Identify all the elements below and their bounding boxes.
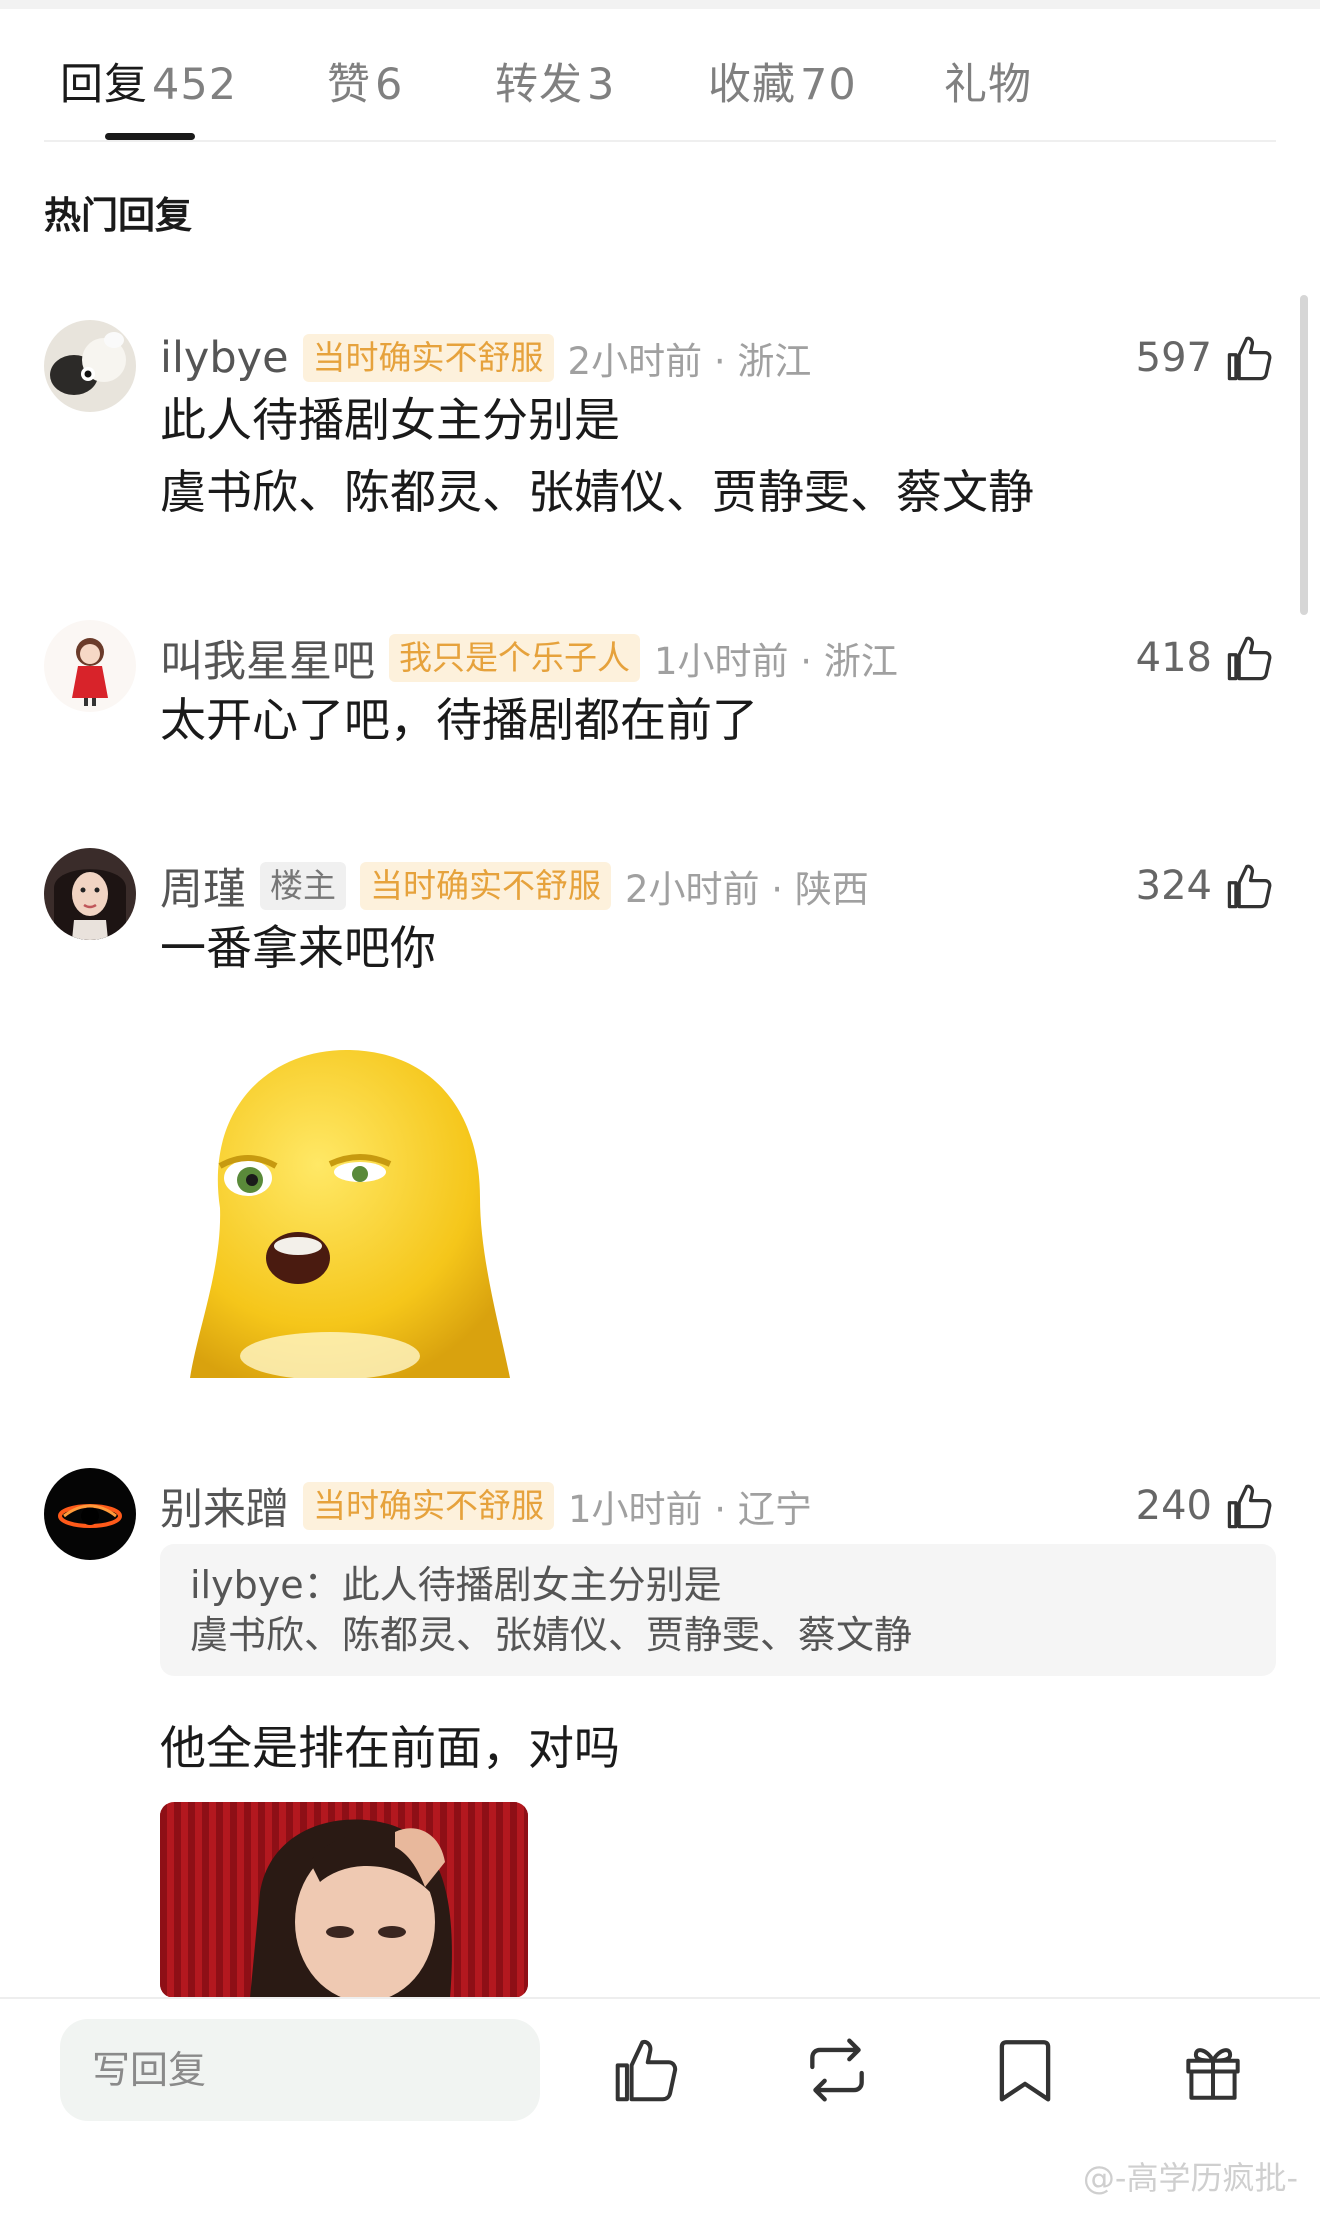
like-button[interactable]: 597 (1136, 330, 1276, 386)
like-button[interactable]: 418 (1136, 630, 1276, 686)
username[interactable]: 别来蹭 (160, 1475, 289, 1537)
thumbs-up-icon (1227, 864, 1272, 909)
tab-label: 收藏 (708, 60, 796, 110)
avatar[interactable] (44, 620, 136, 712)
tab-label: 赞 (327, 60, 371, 110)
tabs-divider (44, 140, 1276, 142)
bookmark-icon[interactable] (988, 2033, 1062, 2107)
reply-input[interactable] (60, 2019, 540, 2121)
watermark: @-高学历疯批- (1082, 2159, 1298, 2197)
username[interactable]: ilybye (160, 333, 289, 383)
comment-text-line: 此人待播剧女主分别是 (160, 393, 620, 447)
comment-image[interactable] (160, 1802, 528, 1998)
quote-author: ilybye： (190, 1563, 342, 1607)
quoted-comment[interactable]: ilybye：此人待播剧女主分别是 虞书欣、陈都灵、张婧仪、贾静雯、蔡文静 (160, 1544, 1276, 1676)
comment-header: 别来蹭 当时确实不舒服 1小时前 · 辽宁 (160, 1475, 812, 1537)
tab-bar: 回复452 赞6 转发3 收藏70 礼物 (0, 40, 1320, 140)
avatar[interactable] (44, 1468, 136, 1560)
fan-badge[interactable]: 当时确实不舒服 (360, 862, 611, 910)
tab-gifts[interactable]: 礼物 (944, 50, 1032, 112)
like-button[interactable]: 324 (1136, 858, 1276, 914)
owner-badge: 楼主 (260, 862, 346, 910)
username[interactable]: 叫我星星吧 (160, 627, 375, 689)
tab-label: 转发 (495, 60, 583, 110)
like-button[interactable]: 240 (1136, 1478, 1276, 1534)
like-icon[interactable] (610, 2033, 684, 2107)
quote-text: 此人待播剧女主分别是 (341, 1563, 722, 1607)
tab-count: 6 (375, 60, 404, 110)
fan-badge[interactable]: 我只是个乐子人 (389, 634, 640, 682)
comment-meta: 1小时前 · 辽宁 (568, 1488, 812, 1531)
like-count: 418 (1135, 635, 1212, 681)
tab-label: 礼物 (944, 60, 1032, 110)
comment-meta: 2小时前 · 浙江 (567, 340, 812, 383)
comment-text-line: 虞书欣、陈都灵、张婧仪、贾静雯、蔡文静 (160, 465, 1034, 519)
comment-text-line: 一番拿来吧你 (160, 921, 436, 975)
top-strip (0, 0, 1320, 9)
avatar[interactable] (44, 848, 136, 940)
tab-reposts[interactable]: 转发3 (495, 50, 615, 112)
like-count: 597 (1135, 335, 1212, 381)
thumbs-up-icon (1227, 1484, 1272, 1529)
gift-icon[interactable] (1176, 2033, 1250, 2107)
repost-icon[interactable] (800, 2033, 874, 2107)
tab-replies[interactable]: 回复452 (60, 50, 237, 112)
thumbs-up-icon (1227, 636, 1272, 681)
like-count: 324 (1135, 863, 1212, 909)
tab-favorites[interactable]: 收藏70 (708, 50, 857, 112)
sticker-image[interactable] (180, 1038, 520, 1378)
tab-count: 70 (800, 60, 857, 110)
fan-badge[interactable]: 当时确实不舒服 (303, 1482, 554, 1530)
bottom-action-bar: @-高学历疯批- (0, 1997, 1320, 2213)
comment-meta: 1小时前 · 浙江 (654, 640, 898, 683)
comment-header: ilybye 当时确实不舒服 2小时前 · 浙江 (160, 330, 811, 386)
username[interactable]: 周瑾 (160, 855, 246, 917)
comment-header: 叫我星星吧 我只是个乐子人 1小时前 · 浙江 (160, 627, 898, 689)
avatar[interactable] (44, 320, 136, 412)
tab-likes[interactable]: 赞6 (327, 50, 403, 112)
active-tab-indicator (105, 133, 195, 140)
quote-line: 虞书欣、陈都灵、张婧仪、贾静雯、蔡文静 (190, 1613, 913, 1657)
tab-count: 452 (152, 60, 238, 110)
section-title: 热门回复 (44, 194, 192, 237)
tab-label: 回复 (60, 60, 148, 110)
quote-line: ilybye：此人待播剧女主分别是 (190, 1560, 1246, 1610)
like-count: 240 (1135, 1483, 1212, 1529)
thumbs-up-icon (1227, 336, 1272, 381)
tab-count: 3 (587, 60, 616, 110)
comment-meta: 2小时前 · 陕西 (625, 868, 869, 911)
comment-header: 周瑾 楼主 当时确实不舒服 2小时前 · 陕西 (160, 855, 869, 917)
comment-text-line: 太开心了吧，待播剧都在前了 (160, 693, 758, 747)
fan-badge[interactable]: 当时确实不舒服 (302, 334, 554, 382)
scrollbar[interactable] (1300, 295, 1308, 615)
comment-text-line: 他全是排在前面，对吗 (160, 1721, 620, 1775)
